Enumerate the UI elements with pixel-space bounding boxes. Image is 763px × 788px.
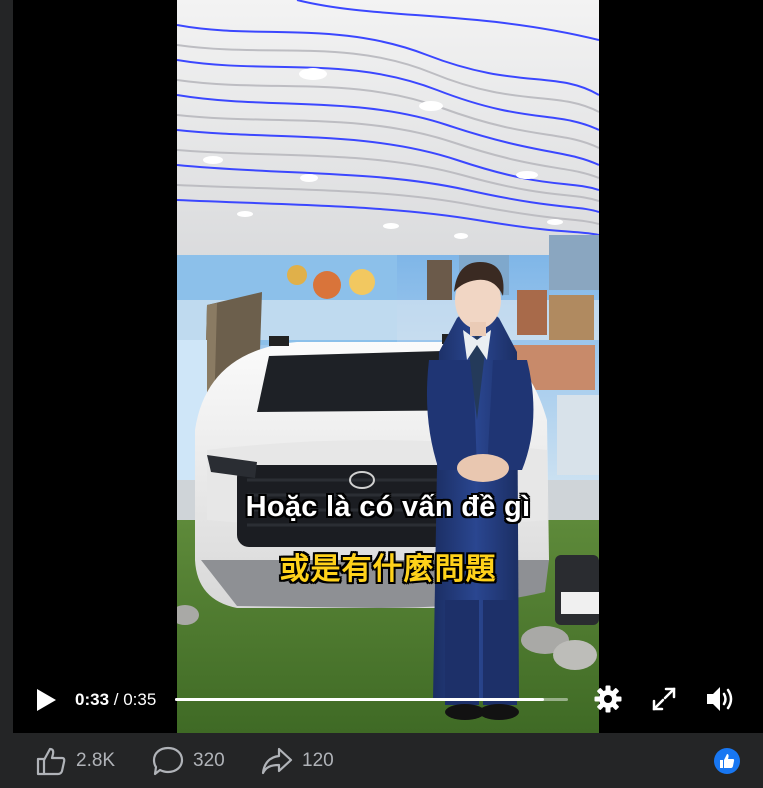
fullscreen-button[interactable] <box>651 686 677 712</box>
like-reaction-badge[interactable] <box>714 748 740 774</box>
current-time: 0:33 <box>75 690 110 709</box>
like-count: 2.8K <box>76 749 116 771</box>
video-scene <box>177 0 599 733</box>
duration: 0:35 <box>123 690 157 709</box>
subtitle-chinese: 或是有什麼問題 <box>279 553 497 586</box>
thumbs-up-icon <box>36 747 66 775</box>
progress-fill <box>175 698 545 701</box>
comment-icon <box>152 746 184 775</box>
post-actions-bar: 2.8K 320 120 <box>13 733 763 788</box>
subtitle-vietnamese: Hoặc là có vấn đề gì <box>245 491 531 523</box>
share-count: 120 <box>302 749 334 771</box>
video-controls-bar: 0:33 / 0:35 <box>13 670 763 730</box>
progress-track[interactable] <box>175 698 568 701</box>
settings-button[interactable] <box>593 684 623 714</box>
time-display: 0:33 / 0:35 <box>75 690 156 710</box>
share-icon <box>261 747 293 774</box>
video-frame[interactable]: Hoặc là có vấn đề gì 或是有什麼問題 <box>177 0 599 733</box>
volume-button[interactable] <box>705 685 737 713</box>
volume-icon <box>707 687 733 711</box>
video-player[interactable]: Hoặc là có vấn đề gì 或是有什麼問題 0:33 / 0:35 <box>13 0 763 733</box>
play-icon <box>37 689 56 711</box>
fullscreen-icon <box>652 687 676 711</box>
comment-button[interactable]: 320 <box>152 733 225 788</box>
comment-count: 320 <box>193 749 225 771</box>
time-separator: / <box>109 690 124 709</box>
like-button[interactable]: 2.8K <box>35 733 115 788</box>
play-button[interactable] <box>35 688 57 712</box>
like-reaction-icon <box>720 754 735 768</box>
gear-icon <box>594 685 622 713</box>
share-button[interactable]: 120 <box>261 733 334 788</box>
